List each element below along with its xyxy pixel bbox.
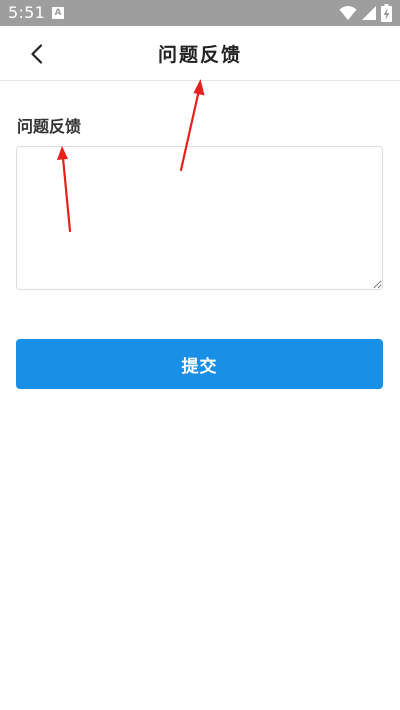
feedback-textarea[interactable] bbox=[16, 146, 383, 290]
app-bar: 问题反馈 bbox=[0, 26, 400, 81]
signal-icon bbox=[362, 6, 376, 20]
wifi-icon bbox=[339, 6, 357, 20]
screen: 5:51 A 问题反馈 问题反馈 提交 bbox=[0, 0, 400, 710]
submit-button[interactable]: 提交 bbox=[16, 339, 383, 389]
battery-charging-icon bbox=[381, 4, 392, 22]
page-title: 问题反馈 bbox=[157, 44, 242, 66]
feedback-label: 问题反馈 bbox=[17, 117, 82, 136]
status-time: 5:51 bbox=[8, 3, 46, 22]
notification-a-icon: A bbox=[52, 7, 64, 19]
status-bar: 5:51 A bbox=[0, 0, 400, 26]
